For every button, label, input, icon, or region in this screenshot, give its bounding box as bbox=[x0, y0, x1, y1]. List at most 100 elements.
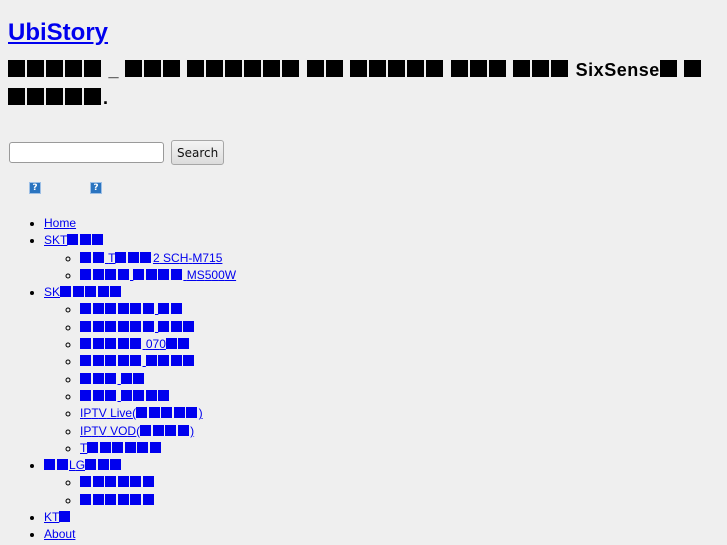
missing-glyph bbox=[142, 476, 154, 488]
missing-glyph bbox=[158, 389, 170, 401]
submenu-item: IPTV Live() bbox=[80, 405, 719, 422]
submenu-link[interactable]: T bbox=[80, 441, 162, 455]
missing-glyph bbox=[469, 60, 487, 77]
missing-glyph bbox=[130, 338, 141, 350]
missing-glyph bbox=[79, 234, 91, 246]
missing-glyph bbox=[27, 88, 44, 105]
missing-glyph bbox=[148, 407, 160, 419]
missing-glyph bbox=[85, 459, 97, 471]
missing-glyph bbox=[162, 60, 180, 77]
missing-glyph bbox=[142, 303, 154, 315]
menu-item: KT bbox=[44, 509, 719, 526]
submenu-item bbox=[80, 492, 719, 509]
menu-item: SKT T2 SCH-M715 MS500W bbox=[44, 232, 719, 284]
missing-glyph bbox=[124, 60, 142, 77]
missing-glyph bbox=[85, 286, 97, 298]
missing-glyph bbox=[145, 389, 157, 401]
menu-link[interactable]: LG bbox=[44, 458, 123, 472]
missing-glyph bbox=[488, 60, 506, 77]
missing-glyph bbox=[124, 441, 136, 453]
missing-glyph bbox=[117, 303, 129, 315]
missing-glyph bbox=[513, 60, 531, 77]
missing-glyph bbox=[92, 268, 104, 280]
missing-glyph bbox=[56, 459, 68, 471]
submenu-link[interactable] bbox=[80, 354, 196, 368]
missing-glyph bbox=[145, 268, 157, 280]
missing-glyph bbox=[27, 60, 44, 77]
missing-glyph bbox=[115, 251, 127, 263]
submenu-item: T2 SCH-M715 bbox=[80, 250, 719, 267]
submenu-link[interactable]: IPTV VOD() bbox=[80, 424, 194, 438]
missing-glyph bbox=[177, 424, 189, 436]
missing-glyph bbox=[92, 493, 104, 505]
missing-glyph bbox=[350, 60, 368, 77]
submenu-link[interactable]: IPTV Live() bbox=[80, 406, 203, 420]
menu-item: LG bbox=[44, 457, 719, 509]
missing-glyph bbox=[105, 303, 116, 315]
missing-glyph bbox=[67, 234, 79, 246]
menu-item: Home bbox=[44, 215, 719, 232]
missing-glyph bbox=[158, 320, 170, 332]
missing-glyph bbox=[158, 355, 170, 367]
missing-glyph bbox=[142, 320, 154, 332]
site-title-link[interactable]: UbiStory bbox=[8, 19, 108, 46]
submenu-link[interactable]: T2 SCH-M715 bbox=[80, 251, 222, 265]
page: UbiStory _ SixSense . Search ? ? HomeSKT… bbox=[0, 0, 727, 544]
missing-glyph bbox=[92, 389, 104, 401]
missing-glyph bbox=[105, 268, 116, 280]
site-tagline: _ SixSense . bbox=[8, 56, 719, 112]
menu-item: About bbox=[44, 526, 719, 543]
missing-glyph bbox=[263, 60, 281, 77]
missing-glyph bbox=[659, 60, 677, 77]
missing-glyph bbox=[130, 303, 141, 315]
menu-link[interactable]: SKT bbox=[44, 233, 105, 247]
missing-glyph bbox=[130, 476, 141, 488]
missing-glyph bbox=[46, 88, 63, 105]
missing-glyph bbox=[92, 303, 104, 315]
missing-glyph bbox=[80, 303, 91, 315]
missing-glyph bbox=[140, 424, 152, 436]
missing-glyph bbox=[244, 60, 262, 77]
menu-link[interactable]: KT bbox=[44, 510, 72, 524]
missing-glyph bbox=[170, 268, 182, 280]
missing-glyph bbox=[187, 60, 205, 77]
missing-glyph bbox=[92, 372, 104, 384]
submenu-link[interactable] bbox=[80, 302, 183, 316]
missing-glyph bbox=[110, 286, 122, 298]
search-input[interactable] bbox=[9, 142, 164, 163]
missing-glyph bbox=[369, 60, 387, 77]
submenu: T2 SCH-M715 MS500W bbox=[44, 250, 719, 285]
submenu-link[interactable] bbox=[80, 493, 155, 507]
missing-glyph bbox=[112, 441, 124, 453]
missing-glyph bbox=[117, 493, 129, 505]
missing-glyph bbox=[97, 286, 109, 298]
missing-glyph bbox=[161, 407, 173, 419]
submenu-link[interactable]: 070 bbox=[80, 337, 191, 351]
missing-glyph bbox=[165, 424, 177, 436]
search-button[interactable]: Search bbox=[171, 140, 225, 165]
submenu-link[interactable]: MS500W bbox=[80, 268, 236, 282]
menu-link[interactable]: Home bbox=[44, 216, 76, 230]
submenu-link[interactable] bbox=[80, 372, 146, 386]
missing-glyph bbox=[110, 459, 122, 471]
missing-glyph bbox=[99, 441, 111, 453]
missing-glyph bbox=[170, 355, 182, 367]
missing-glyph bbox=[92, 251, 104, 263]
missing-glyph bbox=[133, 268, 145, 280]
missing-glyph bbox=[105, 493, 116, 505]
submenu-item bbox=[80, 301, 719, 318]
missing-glyph bbox=[80, 338, 91, 350]
submenu-link[interactable] bbox=[80, 320, 196, 334]
submenu-link[interactable] bbox=[80, 475, 155, 489]
submenu-item bbox=[80, 388, 719, 405]
missing-glyph bbox=[178, 338, 190, 350]
missing-glyph bbox=[282, 60, 300, 77]
menu-link[interactable]: SK bbox=[44, 285, 123, 299]
missing-glyph bbox=[105, 476, 116, 488]
missing-glyph bbox=[388, 60, 406, 77]
menu-link[interactable]: About bbox=[44, 527, 75, 541]
submenu: 070 IPTV Live() IPTV VOD() T bbox=[44, 301, 719, 457]
missing-glyph bbox=[84, 88, 101, 105]
submenu-link[interactable] bbox=[80, 389, 171, 403]
site-title: UbiStory bbox=[8, 0, 719, 48]
